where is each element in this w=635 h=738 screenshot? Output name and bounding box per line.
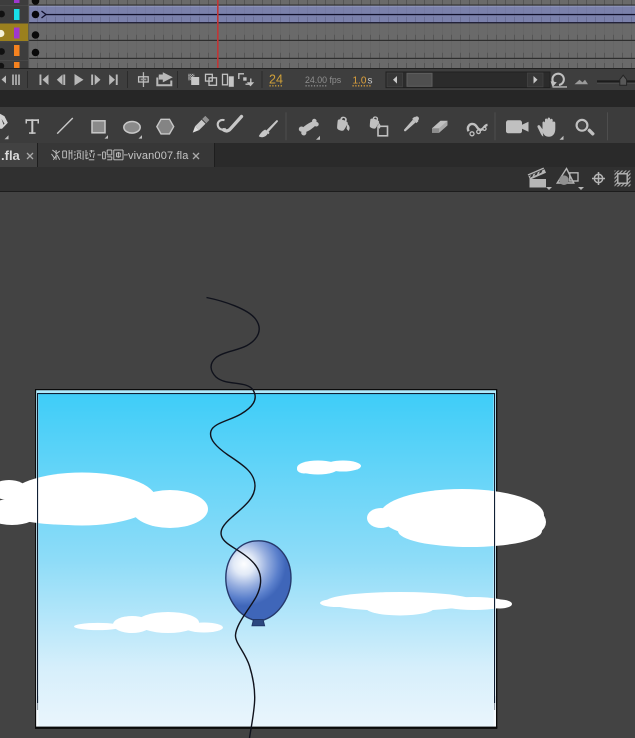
svg-text:s: s <box>368 75 373 86</box>
svg-text:24: 24 <box>269 73 283 87</box>
svg-text:24.00 fps: 24.00 fps <box>305 75 342 85</box>
svg-text:1.0: 1.0 <box>353 75 367 86</box>
